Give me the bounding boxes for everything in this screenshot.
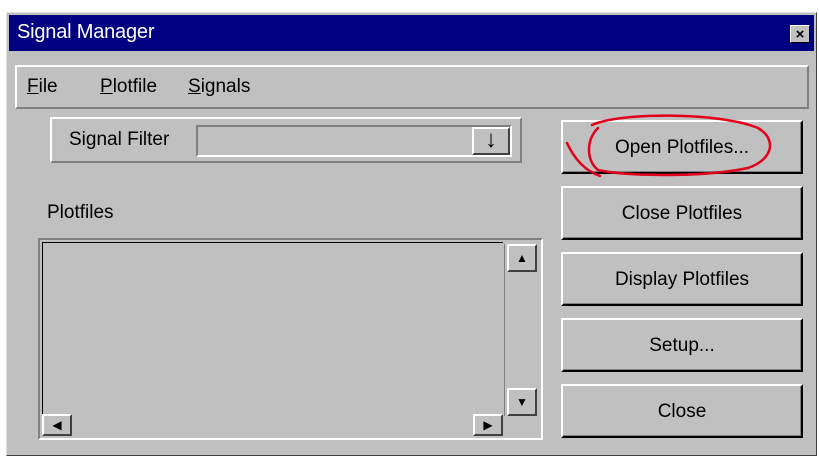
- open-plotfiles-button[interactable]: Open Plotfiles...: [561, 120, 803, 174]
- window-title: Signal Manager: [17, 21, 155, 43]
- horizontal-scrollbar[interactable]: ◀ ▶: [42, 414, 503, 436]
- vertical-scrollbar[interactable]: ▲ ▼: [504, 244, 539, 416]
- scroll-up-button[interactable]: ▲: [507, 244, 537, 272]
- title-bar[interactable]: Signal Manager ×: [9, 15, 814, 51]
- scroll-down-button[interactable]: ▼: [507, 388, 537, 416]
- scroll-right-arrow-icon: ▶: [483, 418, 493, 432]
- plotfiles-list[interactable]: ▲ ▼ ◀ ▶: [38, 238, 543, 440]
- close-button[interactable]: Close: [561, 384, 803, 438]
- close-plotfiles-button[interactable]: Close Plotfiles: [561, 186, 803, 240]
- signal-filter-combobox[interactable]: ↓: [196, 125, 512, 157]
- scroll-right-button[interactable]: ▶: [473, 414, 503, 436]
- close-icon: ×: [795, 26, 805, 43]
- menu-signals[interactable]: Signals: [188, 76, 250, 98]
- scroll-left-button[interactable]: ◀: [42, 414, 72, 436]
- scroll-down-arrow-icon: ▼: [516, 395, 528, 409]
- menu-bar: File Plotfile Signals: [15, 65, 809, 109]
- plotfiles-label: Plotfiles: [47, 202, 114, 223]
- setup-button[interactable]: Setup...: [561, 318, 803, 372]
- arrow-down-icon: ↓: [485, 126, 497, 153]
- menu-file[interactable]: File: [27, 76, 58, 98]
- display-plotfiles-button[interactable]: Display Plotfiles: [561, 252, 803, 306]
- signal-manager-window: Signal Manager × File Plotfile Signals S…: [6, 12, 817, 456]
- signal-filter-label: Signal Filter: [69, 129, 170, 150]
- scroll-up-arrow-icon: ▲: [516, 251, 528, 265]
- scroll-left-arrow-icon: ◀: [52, 418, 62, 432]
- menu-plotfile[interactable]: Plotfile: [100, 76, 157, 98]
- signal-filter-group: Signal Filter ↓: [50, 117, 522, 163]
- close-window-button[interactable]: ×: [790, 25, 810, 43]
- signal-filter-input[interactable]: [200, 129, 474, 153]
- plotfiles-list-area[interactable]: [42, 242, 503, 416]
- signal-filter-dropdown-button[interactable]: ↓: [472, 127, 510, 155]
